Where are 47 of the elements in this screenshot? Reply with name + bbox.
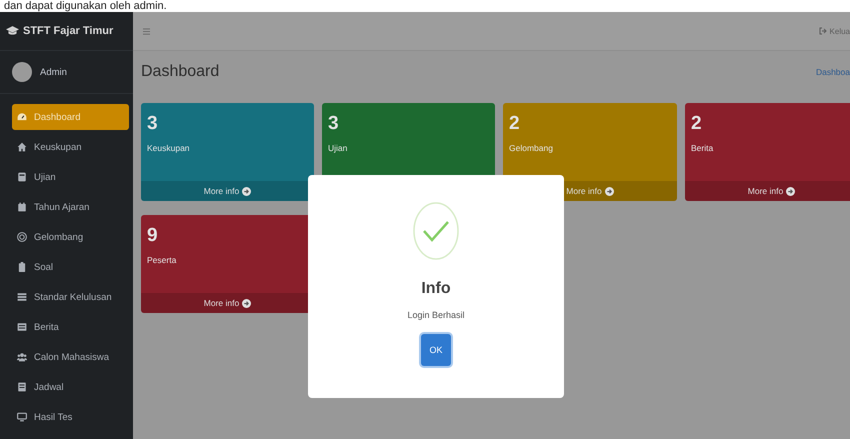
- arrow-circle-icon: [242, 186, 252, 196]
- stat-value: 2: [508, 112, 520, 135]
- users-icon: [17, 352, 27, 362]
- newspaper-icon: [17, 322, 27, 332]
- modal-message: Login Berhasil: [407, 310, 465, 320]
- sidebar-item[interactable]: Gelombang: [12, 224, 129, 250]
- sidebar-item[interactable]: Soal: [12, 254, 129, 280]
- target-icon: [17, 232, 27, 242]
- stat-label: Ujian: [327, 142, 348, 153]
- sidebar-item[interactable]: Berita: [12, 314, 129, 340]
- stat-label: Peserta: [146, 254, 176, 265]
- list-icon: [17, 292, 27, 302]
- brand-name: STFT Fajar Timur: [23, 25, 114, 37]
- sidebar-item[interactable]: Calon Mahasiswa: [12, 344, 129, 370]
- calendar-icon: [17, 202, 27, 212]
- sidebar-item[interactable]: Jadwal: [12, 374, 129, 400]
- modal-title: Info: [421, 280, 451, 298]
- stat-label: Berita: [690, 142, 714, 153]
- check-circle-icon: [413, 202, 459, 260]
- avatar: [12, 62, 32, 82]
- ok-button[interactable]: OK: [421, 334, 451, 366]
- arrow-circle-icon: [604, 186, 614, 196]
- book-icon: [17, 172, 27, 182]
- sidebar-item[interactable]: Standar Kelulusan: [12, 284, 129, 310]
- home-icon: [17, 142, 27, 152]
- sidebar-item[interactable]: Tahun Ajaran: [12, 194, 129, 220]
- sign-out-icon: [818, 27, 827, 35]
- stat-label: Gelombang: [508, 142, 553, 153]
- more-info-link[interactable]: More info: [685, 181, 850, 201]
- menu-icon[interactable]: [143, 28, 150, 34]
- sidebar-item[interactable]: Ujian: [12, 164, 129, 190]
- document-icon: [17, 382, 27, 392]
- arrow-circle-icon: [242, 298, 252, 308]
- sidebar-item[interactable]: Keuskupan: [12, 134, 129, 160]
- monitor-icon: [17, 412, 27, 422]
- stat-value: 2: [690, 112, 702, 135]
- graduation-cap-icon: [6, 26, 19, 36]
- user-name: Admin: [40, 66, 67, 78]
- stat-value: 9: [146, 224, 158, 247]
- page-title: Dashboard: [141, 63, 220, 81]
- stat-value: 3: [146, 112, 158, 135]
- sidebar-item[interactable]: Hasil Tes: [12, 404, 129, 430]
- stat-value: 3: [327, 112, 339, 135]
- document-text: dan dapat digunakan oleh admin.: [3, 0, 168, 12]
- arrow-circle-icon: [786, 186, 796, 196]
- gauge-icon: [17, 112, 27, 122]
- stat-label: Keuskupan: [146, 142, 190, 153]
